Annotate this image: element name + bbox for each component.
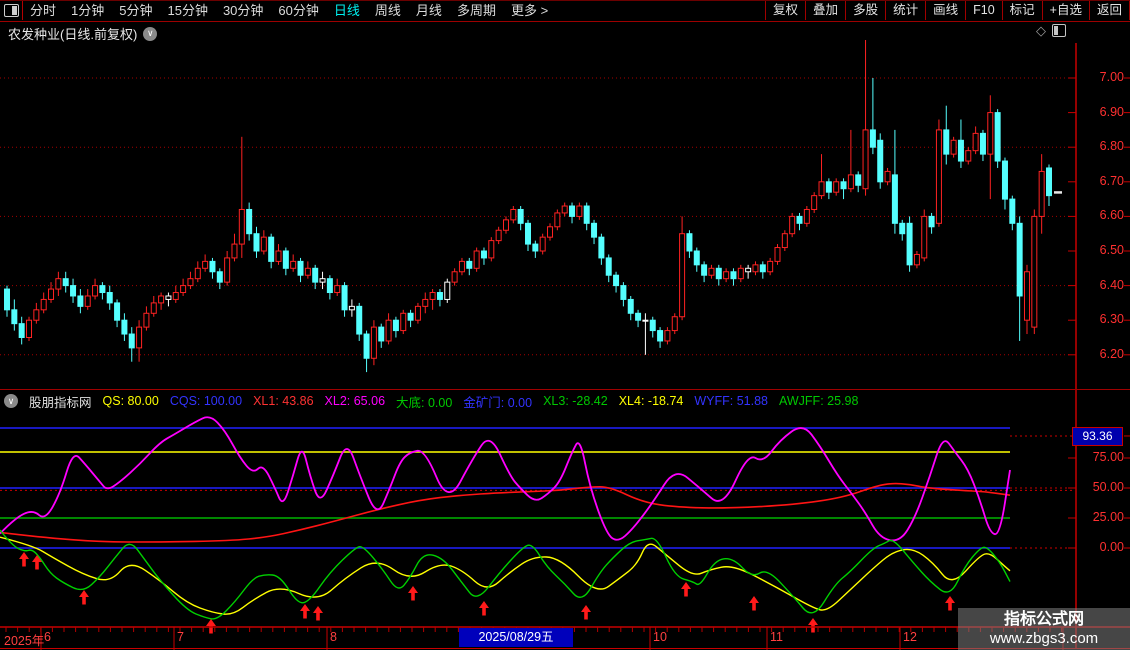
indicator-param-XL1: XL1: 43.86 [253, 394, 313, 408]
watermark-title: 指标公式网 [1004, 610, 1084, 630]
toolbar-button-0[interactable]: 复权 [765, 1, 806, 20]
toolbar-button-5[interactable]: F10 [965, 1, 1003, 20]
month-label-11: 11 [770, 630, 783, 644]
buy-arrow-icon [808, 618, 818, 633]
buy-arrow-icon [749, 596, 759, 611]
toolbar-button-4[interactable]: 画线 [925, 1, 966, 20]
month-label-8: 8 [330, 630, 337, 644]
page-title: 农发种业(日线.前复权) [8, 24, 137, 43]
buy-arrow-icon [681, 582, 691, 597]
watermark: 指标公式网 www.zbgs3.com [958, 608, 1130, 650]
buy-arrow-icon [479, 601, 489, 616]
price-label-6.50: 6.50 [1080, 243, 1124, 257]
top-toolbar: 分时 1分钟 5分钟 15分钟 30分钟 60分钟日线周线月线多周期更多 > 复权叠加多股… [0, 0, 1130, 22]
indicator-param-XL4: XL4: -18.74 [619, 394, 684, 408]
menu-period-7[interactable]: 周线 [375, 1, 401, 20]
indicator-current-value: 93.36 [1072, 427, 1123, 446]
indicator-param-金矿门: 金矿门: 0.00 [463, 392, 532, 411]
price-label-6.40: 6.40 [1080, 278, 1124, 292]
indicator-label-50.00: 50.00 [1080, 480, 1124, 494]
watermark-url: www.zbgs3.com [990, 630, 1098, 648]
toolbar-button-3[interactable]: 统计 [885, 1, 926, 20]
buy-arrow-icon [945, 596, 955, 611]
toolbar-button-6[interactable]: 标记 [1002, 1, 1043, 20]
split-window-icon [4, 4, 19, 17]
indicator-name: 股朋指标网 [29, 392, 92, 411]
toolbar-button-7[interactable]: +自选 [1042, 1, 1090, 20]
menu-period-9[interactable]: 多周期 [457, 1, 496, 20]
buy-arrow-icon [408, 586, 418, 601]
layout-button[interactable] [0, 1, 23, 20]
menu-period-1[interactable]: 1分钟 [71, 1, 104, 20]
buy-arrow-icon [313, 606, 323, 621]
price-label-6.90: 6.90 [1080, 105, 1124, 119]
buy-arrow-icon [300, 604, 310, 619]
toolbar-button-8[interactable]: 返回 [1089, 1, 1130, 20]
toolbar-button-1[interactable]: 叠加 [805, 1, 846, 20]
month-label-12: 12 [903, 630, 917, 644]
indicator-label-25.00: 25.00 [1080, 510, 1124, 524]
price-label-7.00: 7.00 [1080, 70, 1124, 84]
app-window: 分时 1分钟 5分钟 15分钟 30分钟 60分钟日线周线月线多周期更多 > 复权叠加多股… [0, 0, 1130, 650]
indicator-chevron-icon[interactable]: ∨ [4, 394, 18, 408]
price-label-6.60: 6.60 [1080, 208, 1124, 222]
buy-arrow-icon [581, 605, 591, 620]
price-label-6.20: 6.20 [1080, 347, 1124, 361]
indicator-param-XL3: XL3: -28.42 [543, 394, 608, 408]
menu-period-10[interactable]: 更多 > [511, 1, 548, 20]
price-label-6.70: 6.70 [1080, 174, 1124, 188]
buy-arrow-icon [32, 555, 42, 570]
chart-canvas[interactable] [0, 0, 1130, 650]
indicator-header: ∨ 股朋指标网 QS: 80.00 CQS: 100.00 XL1: 43.86 XL… [4, 392, 858, 410]
indicator-param-QS: QS: 80.00 [103, 394, 159, 408]
month-label-10: 10 [653, 630, 667, 644]
toolbar-button-2[interactable]: 多股 [845, 1, 886, 20]
menu-period-2[interactable]: 5分钟 [119, 1, 152, 20]
chevron-down-icon[interactable]: ∨ [143, 27, 157, 41]
period-menu: 分时 1分钟 5分钟 15分钟 30分钟 60分钟日线周线月线多周期更多 > [30, 1, 548, 20]
menu-period-6[interactable]: 日线 [334, 1, 360, 20]
buy-arrow-icon [19, 552, 29, 567]
window-icons: ◇ [1036, 24, 1066, 37]
indicator-param-XL2: XL2: 65.06 [325, 394, 385, 408]
month-label-7: 7 [177, 630, 184, 644]
menu-period-5[interactable]: 60分钟 [278, 1, 318, 20]
indicator-label-75.00: 75.00 [1080, 450, 1124, 464]
year-label: 2025年 [4, 630, 44, 649]
menu-period-0[interactable]: 分时 [30, 1, 56, 20]
diamond-icon[interactable]: ◇ [1036, 24, 1046, 37]
split-pane-icon[interactable] [1052, 24, 1066, 37]
chart-title-row: 农发种业(日线.前复权) ∨ [8, 24, 157, 43]
date-highlight: 2025/08/29五 [459, 628, 573, 647]
indicator-param-CQS: CQS: 100.00 [170, 394, 242, 408]
month-label-6: 6 [44, 630, 51, 644]
indicator-param-AWJFF: AWJFF: 25.98 [779, 394, 858, 408]
price-label-6.30: 6.30 [1080, 312, 1124, 326]
action-menu: 复权叠加多股统计画线F10标记+自选返回 [766, 1, 1130, 20]
menu-period-8[interactable]: 月线 [416, 1, 442, 20]
candles [5, 40, 1052, 372]
menu-period-4[interactable]: 30分钟 [223, 1, 263, 20]
menu-period-3[interactable]: 15分钟 [167, 1, 207, 20]
indicator-param-大底: 大底: 0.00 [396, 392, 452, 411]
buy-arrow-icon [79, 590, 89, 605]
indicator-label-0.00: 0.00 [1080, 540, 1124, 554]
indicator-param-WYFF: WYFF: 51.88 [694, 394, 768, 408]
price-label-6.80: 6.80 [1080, 139, 1124, 153]
